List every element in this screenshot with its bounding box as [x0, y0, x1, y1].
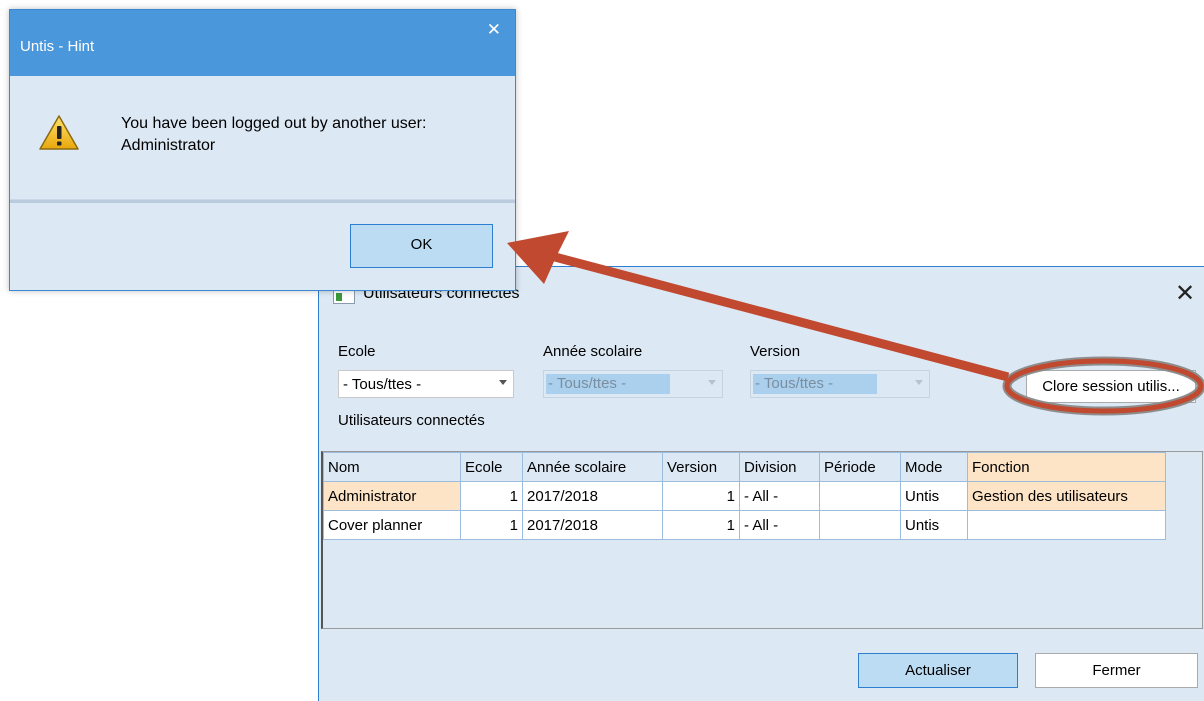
cell-mode[interactable]: Untis	[900, 481, 968, 511]
chevron-down-icon	[708, 380, 716, 385]
actualiser-button[interactable]: Actualiser	[858, 653, 1018, 688]
version-select: - Tous/ttes -	[750, 370, 930, 398]
chevron-down-icon	[499, 380, 507, 385]
cell-mode[interactable]: Untis	[900, 510, 968, 540]
fermer-button[interactable]: Fermer	[1035, 653, 1198, 688]
hint-dialog: Untis - Hint ✕ You have been logged out …	[9, 9, 516, 291]
cell-ecole[interactable]: 1	[460, 481, 523, 511]
table-header-row: Nom Ecole Année scolaire Version Divisio…	[323, 452, 1166, 482]
dialog-titlebar: Untis - Hint ✕	[10, 10, 515, 76]
dialog-title: Untis - Hint	[20, 38, 95, 55]
ok-button[interactable]: OK	[350, 224, 493, 268]
cell-nom[interactable]: Cover planner	[323, 510, 461, 540]
column-header-ecole[interactable]: Ecole	[460, 452, 523, 482]
column-header-fonction[interactable]: Fonction	[967, 452, 1166, 482]
version-select-value: - Tous/ttes -	[753, 374, 877, 394]
column-header-division[interactable]: Division	[739, 452, 820, 482]
cell-fonction[interactable]: Gestion des utilisateurs	[967, 481, 1166, 511]
column-header-periode[interactable]: Période	[819, 452, 901, 482]
cell-division[interactable]: - All -	[739, 510, 820, 540]
dialog-message: You have been logged out by another user…	[121, 113, 426, 157]
column-header-nom[interactable]: Nom	[323, 452, 461, 482]
cell-version[interactable]: 1	[662, 510, 740, 540]
table-row[interactable]: Administrator 1 2017/2018 1 - All - Unti…	[323, 481, 1166, 511]
cell-annee-scolaire[interactable]: 2017/2018	[522, 510, 663, 540]
annee-scolaire-label: Année scolaire	[543, 343, 643, 360]
dialog-separator	[10, 199, 515, 203]
cell-periode[interactable]	[819, 510, 901, 540]
dialog-message-line1: You have been logged out by another user…	[121, 115, 427, 132]
connected-users-window: Utilisateurs connectés ✕ Ecole - Tous/tt…	[318, 266, 1204, 701]
window-app-icon	[333, 290, 355, 304]
connected-users-section-label: Utilisateurs connectés	[338, 412, 485, 429]
annee-scolaire-select-value: - Tous/ttes -	[546, 374, 670, 394]
cell-periode[interactable]	[819, 481, 901, 511]
close-icon[interactable]: ✕	[1170, 279, 1200, 309]
cell-annee-scolaire[interactable]: 2017/2018	[522, 481, 663, 511]
connected-users-table: Nom Ecole Année scolaire Version Divisio…	[321, 451, 1203, 629]
column-header-annee-scolaire[interactable]: Année scolaire	[522, 452, 663, 482]
cell-nom[interactable]: Administrator	[323, 481, 461, 511]
cell-ecole[interactable]: 1	[460, 510, 523, 540]
cell-fonction[interactable]	[967, 510, 1166, 540]
close-icon[interactable]: ✕	[487, 21, 501, 38]
table-row[interactable]: Cover planner 1 2017/2018 1 - All - Unti…	[323, 510, 1166, 540]
warning-icon	[39, 115, 79, 150]
version-label: Version	[750, 343, 801, 360]
dialog-message-line2: Administrator	[121, 137, 216, 154]
cell-version[interactable]: 1	[662, 481, 740, 511]
clore-session-button[interactable]: Clore session utilis...	[1026, 370, 1196, 403]
ecole-label: Ecole	[338, 343, 376, 360]
column-header-mode[interactable]: Mode	[900, 452, 968, 482]
cell-division[interactable]: - All -	[739, 481, 820, 511]
annee-scolaire-select: - Tous/ttes -	[543, 370, 723, 398]
chevron-down-icon	[915, 380, 923, 385]
column-header-version[interactable]: Version	[662, 452, 740, 482]
ecole-select-value: - Tous/ttes -	[343, 376, 422, 393]
ecole-select[interactable]: - Tous/ttes -	[338, 370, 514, 398]
